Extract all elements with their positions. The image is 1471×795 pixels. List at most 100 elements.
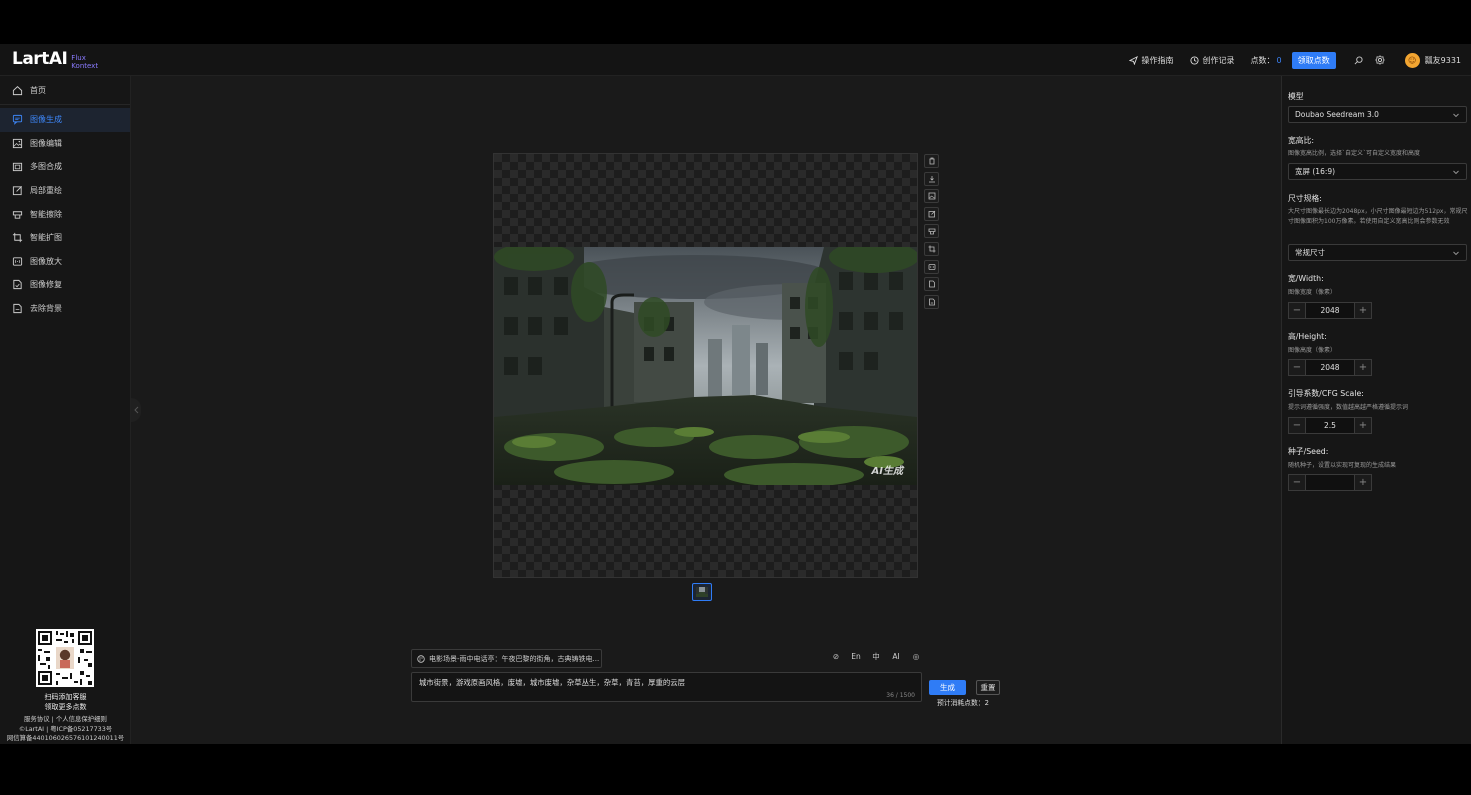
algorithm-filing: 网信算备440106026576101240011号 [6,734,125,742]
clear-prompt-button[interactable]: ⊘ [826,652,846,661]
chevron-left-icon [133,406,138,414]
prompt-text: 城市街景，游戏原画风格，废墟，城市废墟，杂草丛生，杂草，青苔，厚重的云层 [419,678,686,687]
customer-service-qr-code [36,629,94,687]
sidebar-item-outpaint[interactable]: 智能扩图 [0,226,130,250]
send-to-edit-button[interactable] [924,189,939,204]
header-actions: 操作指南 创作记录 点数： 0 领取点数 ☺ 瓢友9331 [1113,44,1461,76]
sidebar-item-inpaint[interactable]: 局部重绘 [0,179,130,203]
cfg-stepper: − 2.5 + [1288,417,1372,434]
size-value: 常规尺寸 [1295,248,1325,257]
sidebar-item-home[interactable]: 首页 [0,76,130,105]
sidebar-item-image-generate[interactable]: 图像生成 [0,108,130,132]
height-increment-button[interactable]: + [1354,359,1372,376]
cfg-increment-button[interactable]: + [1354,417,1372,434]
cfg-input[interactable]: 2.5 [1306,417,1354,434]
send-to-repair-button[interactable] [924,277,939,292]
repair-icon [928,280,935,288]
char-counter: 36 / 1500 [886,692,915,699]
seed-increment-button[interactable]: + [1354,474,1372,491]
result-thumbnail[interactable] [692,583,712,601]
seed-decrement-button[interactable]: − [1288,474,1306,491]
send-to-outpaint-button[interactable] [924,241,939,256]
remove-bg-icon [13,303,22,314]
qr-code-icon [36,629,94,687]
seed-stepper: − + [1288,474,1372,491]
aspect-value: 宽屏 (16:9) [1295,167,1336,176]
model-select[interactable]: Doubao Seedream 3.0 [1288,106,1467,123]
width-increment-button[interactable]: + [1354,302,1372,319]
seed-input[interactable] [1306,474,1354,491]
translate-chinese-button[interactable]: 中 [866,651,886,662]
reset-button[interactable]: 重置 [976,680,1000,695]
points-label: 点数： [1250,55,1275,65]
size-select[interactable]: 常规尺寸 [1288,244,1467,261]
username: 瓢友9331 [1424,55,1461,65]
sidebar-item-multi-compose[interactable]: 多图合成 [0,155,130,179]
sidebar-item-label: 多图合成 [30,162,62,172]
get-points-button[interactable]: 领取点数 [1291,51,1336,69]
prompt-template-selector[interactable]: 电影场景-雨中电话亭：午夜巴黎的街角，古典铸铁电... [411,649,602,668]
settings-button[interactable] [1374,55,1389,65]
height-hint: 图像高度（像素） [1288,347,1337,354]
legal-links[interactable]: 服务协议 | 个人信息保护细则 [0,715,131,725]
sidebar-item-label: 首页 [30,85,46,95]
send-to-inpaint-button[interactable] [924,206,939,221]
sidebar-item-erase[interactable]: 智能擦除 [0,202,130,226]
download-button[interactable] [924,171,939,186]
chat-square-icon [12,115,23,126]
width-decrement-button[interactable]: − [1288,302,1306,319]
prompt-history-button[interactable]: ◎ [906,652,926,661]
height-decrement-button[interactable]: − [1288,359,1306,376]
logo-subtitle: Flux Kontext [71,54,99,70]
send-to-upscale-button[interactable] [924,259,939,274]
sidebar-item-label: 图像放大 [30,256,62,266]
translate-english-button[interactable]: En [846,652,866,661]
search-button[interactable] [1354,55,1367,65]
ai-optimize-button[interactable]: AI [886,652,906,661]
sidebar-item-repair[interactable]: 图像修复 [0,273,130,297]
model-label: 模型 [1288,92,1304,101]
sidebar-item-upscale[interactable]: 图像放大 [0,250,130,274]
home-icon [12,85,23,95]
palette-icon [417,654,425,663]
generated-image[interactable]: AI生成 [494,247,917,485]
history-link[interactable]: 创作记录 [1189,55,1235,66]
ai-watermark: AI生成 [871,466,903,477]
width-label: 宽/Width: [1288,274,1324,283]
chevron-down-icon [1453,251,1459,256]
cost-value: 2 [984,699,989,707]
sidebar-item-remove-bg[interactable]: 去除背景 [0,297,130,321]
crop-icon [12,233,23,243]
avatar: ☺ [1404,52,1420,68]
send-to-erase-button[interactable] [924,224,939,239]
height-input[interactable]: 2048 [1306,359,1354,376]
image-icon [12,138,23,148]
sidebar-item-label: 智能扩图 [30,233,62,243]
history-label: 创作记录 [1202,55,1235,65]
prompt-input[interactable]: 城市街景，游戏原画风格，废墟，城市废墟，杂草丛生，杂草，青苔，厚重的云层 36 … [411,672,922,702]
eraser-icon [12,210,23,219]
trash-icon [929,157,934,165]
canvas-toolbar [924,154,939,312]
settings-panel: 模型 Doubao Seedream 3.0 宽高比: 图像宽高比例，选择`自定… [1281,76,1471,744]
sidebar-item-label: 图像修复 [30,280,62,290]
delete-button[interactable] [924,154,939,168]
width-input[interactable]: 2048 [1306,302,1354,319]
aspect-select[interactable]: 宽屏 (16:9) [1288,163,1467,180]
width-stepper: − 2048 + [1288,302,1372,319]
logo[interactable]: LartAI Flux Kontext [12,48,98,70]
guide-link[interactable]: 操作指南 [1128,55,1174,66]
send-to-remove-bg-button[interactable] [924,294,939,309]
model-value: Doubao Seedream 3.0 [1295,110,1379,119]
size-label: 尺寸规格: [1288,194,1322,203]
sidebar-item-label: 图像生成 [30,115,62,125]
cost-label: 预计消耗点数： [937,699,985,707]
cfg-decrement-button[interactable]: − [1288,417,1306,434]
height-stepper: − 2048 + [1288,359,1372,376]
eraser-icon [928,228,935,235]
sidebar-collapse-handle[interactable] [131,398,141,422]
sidebar-item-image-edit[interactable]: 图像编辑 [0,132,130,156]
generate-button[interactable]: 生成 [929,680,966,695]
clock-icon [1189,55,1199,65]
user-menu[interactable]: ☺ 瓢友9331 [1404,52,1461,68]
